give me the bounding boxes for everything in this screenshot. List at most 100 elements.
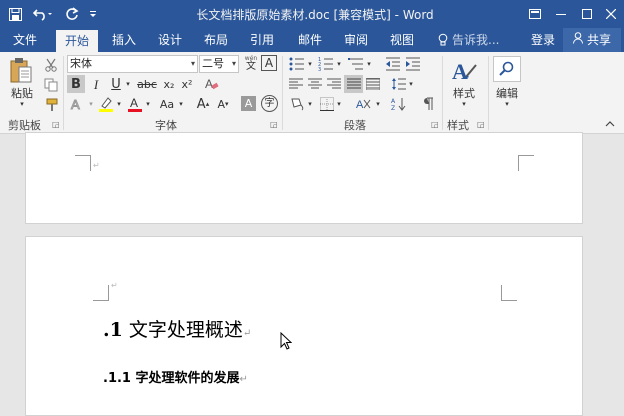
customize-qat-icon[interactable]	[86, 4, 100, 24]
chevron-down-icon[interactable]: ▾	[366, 55, 372, 73]
paste-label[interactable]: 粘贴	[6, 86, 38, 100]
collapse-ribbon-icon[interactable]	[604, 118, 616, 130]
distributed-icon[interactable]	[364, 75, 382, 93]
page-current[interactable]: ↵ .1 文字处理概述↵ .1.1 字处理软件的发展↵	[25, 236, 583, 416]
editing-search-icon[interactable]	[493, 56, 521, 82]
clipboard-launcher-icon[interactable]: ◲	[52, 120, 60, 129]
bullets-icon[interactable]	[287, 55, 307, 73]
highlight-color-icon[interactable]	[97, 95, 115, 113]
tell-me-search[interactable]: 告诉我...	[452, 28, 502, 52]
align-left-icon[interactable]	[287, 75, 305, 93]
show-paragraph-marks-icon[interactable]	[419, 95, 437, 113]
paragraph-mark: ↵	[111, 281, 118, 290]
tab-home[interactable]: 开始	[56, 30, 98, 52]
align-center-icon[interactable]	[306, 75, 324, 93]
font-size-dropdown[interactable]: 二号 ▾	[199, 55, 239, 73]
phonetic-guide-button[interactable]: wén 文	[242, 54, 260, 74]
align-right-icon[interactable]	[325, 75, 343, 93]
chevron-down-icon[interactable]: ▾	[503, 100, 511, 108]
shrink-font-button[interactable]: A ▾	[214, 95, 232, 113]
chevron-down-icon[interactable]: ▾	[408, 75, 414, 93]
editing-label[interactable]: 编辑	[490, 86, 524, 100]
enclose-characters-button[interactable]: 字	[261, 95, 278, 112]
copy-icon[interactable]	[42, 76, 60, 94]
font-color-icon[interactable]: A	[126, 95, 144, 113]
paste-icon[interactable]	[6, 56, 36, 86]
format-painter-icon[interactable]	[42, 96, 60, 114]
chevron-down-icon[interactable]: ▾	[87, 95, 95, 113]
character-shading-button[interactable]: A	[241, 96, 256, 111]
chevron-down-icon[interactable]: ▾	[307, 55, 313, 73]
paste-dropdown-icon[interactable]: ▾	[18, 100, 26, 108]
close-icon[interactable]	[598, 0, 624, 28]
undo-icon[interactable]	[30, 4, 56, 24]
heading-1[interactable]: .1 文字处理概述↵	[103, 315, 251, 342]
clear-formatting-a-icon[interactable]: A	[261, 55, 277, 71]
share-button[interactable]: 共享	[563, 28, 621, 52]
tab-view[interactable]: 视图	[384, 28, 420, 52]
increase-indent-icon[interactable]	[404, 55, 422, 73]
superscript-button[interactable]: x²	[178, 75, 196, 93]
svg-text:A: A	[205, 77, 213, 91]
group-separator	[488, 56, 489, 130]
redo-icon[interactable]	[62, 4, 82, 24]
sort-icon[interactable]: AZ	[390, 95, 408, 113]
change-case-button[interactable]: Aa	[156, 95, 178, 113]
tab-design[interactable]: 设计	[152, 28, 188, 52]
chevron-down-icon[interactable]: ▾	[375, 95, 381, 113]
chevron-down-icon[interactable]: ▾	[336, 95, 342, 113]
font-name-value: 宋体	[70, 57, 92, 70]
window-title: 长文档排版原始素材.doc [兼容模式] - Word	[196, 8, 434, 22]
multilevel-list-icon[interactable]	[346, 55, 366, 73]
styles-icon[interactable]: A	[448, 56, 480, 86]
share-label: 共享	[586, 33, 611, 47]
tab-file[interactable]: 文件	[6, 28, 44, 52]
margin-corner-mark	[518, 155, 534, 171]
justify-icon[interactable]	[344, 75, 363, 93]
line-spacing-icon[interactable]	[390, 75, 408, 93]
paragraph-launcher-icon[interactable]: ◲	[431, 120, 439, 129]
chevron-down-icon[interactable]: ▾	[124, 75, 132, 93]
text-effects-icon[interactable]: A	[67, 95, 87, 113]
bold-button[interactable]: B	[67, 75, 85, 93]
page-previous[interactable]: ↵	[25, 132, 583, 224]
font-launcher-icon[interactable]: ◲	[270, 120, 278, 129]
font-size-value: 二号	[202, 57, 224, 70]
styles-label[interactable]: 样式	[448, 86, 480, 100]
chevron-down-icon[interactable]: ▾	[144, 95, 152, 113]
font-name-dropdown[interactable]: 宋体 ▾	[67, 55, 198, 73]
decrease-indent-icon[interactable]	[384, 55, 402, 73]
tab-references[interactable]: 引用	[244, 28, 280, 52]
strikethrough-button[interactable]: abc	[136, 75, 158, 93]
tab-review[interactable]: 审阅	[338, 28, 374, 52]
tab-insert[interactable]: 插入	[106, 28, 142, 52]
login-button[interactable]: 登录	[526, 28, 560, 52]
maximize-icon[interactable]	[574, 0, 600, 28]
heading-2[interactable]: .1.1 字处理软件的发展↵	[103, 367, 248, 386]
chevron-down-icon[interactable]: ▾	[336, 55, 342, 73]
borders-icon[interactable]	[318, 95, 336, 113]
chevron-down-icon[interactable]: ▾	[177, 95, 185, 113]
ribbon-display-options-icon[interactable]	[522, 0, 548, 28]
clear-formatting-icon[interactable]: A	[202, 75, 222, 93]
styles-launcher-icon[interactable]: ◲	[477, 120, 485, 129]
italic-button[interactable]: I	[87, 75, 105, 93]
cut-icon[interactable]	[42, 56, 60, 74]
grow-font-button[interactable]: A ▴	[194, 95, 212, 113]
subscript-button[interactable]: x₂	[160, 75, 178, 93]
paragraph-group-label: 段落	[344, 119, 366, 132]
heading-2-text: 字处理软件的发展	[135, 371, 240, 386]
chevron-down-icon[interactable]: ▾	[460, 100, 468, 108]
save-icon[interactable]	[4, 4, 26, 24]
clipboard-group-label: 剪贴板	[8, 119, 41, 132]
tab-mailings[interactable]: 邮件	[292, 28, 328, 52]
shading-icon[interactable]	[287, 95, 307, 113]
ribbon-home: 粘贴 ▾ 剪贴板 ◲ 宋体 ▾ 二号 ▾ wén 文 A B I U ▾ abc…	[0, 52, 624, 134]
numbering-icon[interactable]: 123	[316, 55, 336, 73]
chevron-down-icon[interactable]: ▾	[307, 95, 313, 113]
chinese-layout-icon[interactable]: A	[354, 95, 376, 113]
underline-button[interactable]: U	[107, 75, 125, 93]
tab-layout[interactable]: 布局	[198, 28, 234, 52]
minimize-icon[interactable]	[548, 0, 574, 28]
chevron-down-icon[interactable]: ▾	[115, 95, 123, 113]
